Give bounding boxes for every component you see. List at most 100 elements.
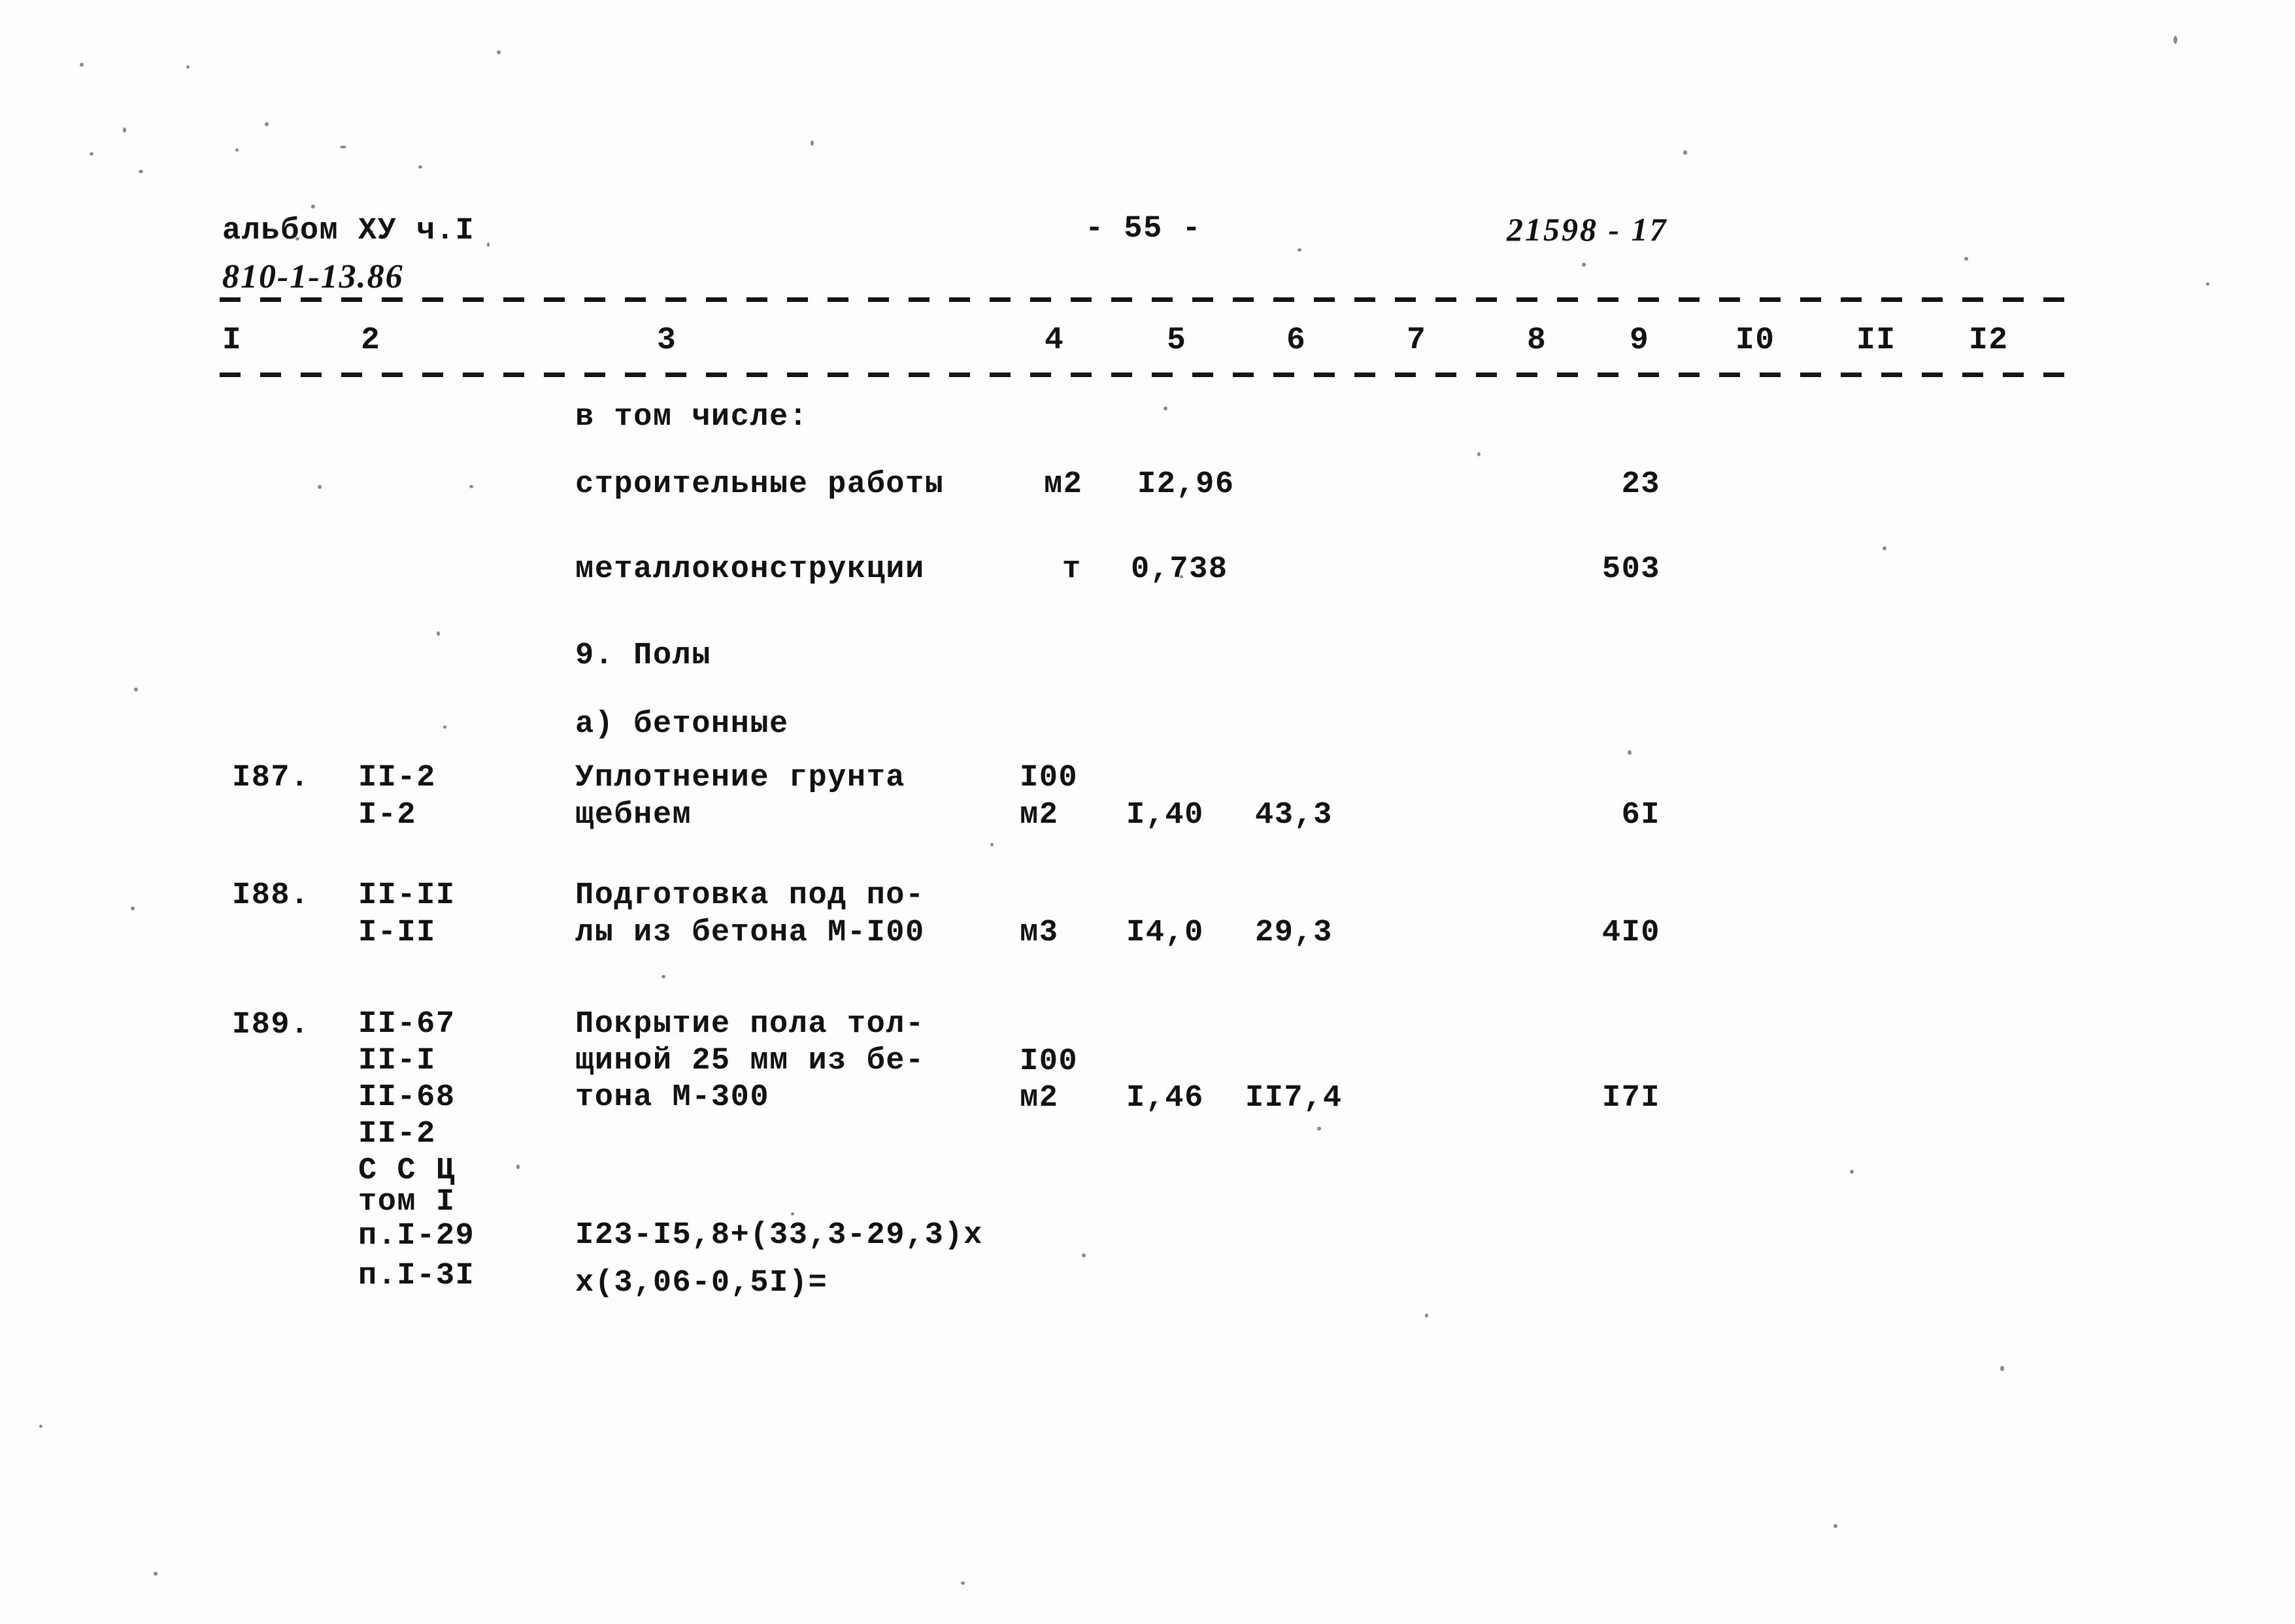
column-header-6: 6 [1286,323,1307,358]
column-header-12: I2 [1969,323,2009,358]
scan-speckle [1834,1524,1837,1528]
scan-speckle [123,127,126,133]
subtotal-row-name-0: строительные работы [575,467,945,502]
scan-speckle [39,1425,42,1428]
scan-speckle [961,1582,965,1585]
row-number-187: I87. [232,761,310,795]
scan-speckle [1683,150,1687,155]
row-total-187: 6I [1621,798,1660,833]
scanned-page: альбом ХУ ч.I 810-1-13.86 - 55 - 21598 -… [0,0,2295,1624]
scan-speckle [154,1572,158,1576]
row-code-189-1: II-I [358,1044,436,1078]
scan-speckle [1164,406,1167,410]
row-code-189-2: II-68 [358,1080,456,1115]
scan-speckle [443,725,446,729]
scan-speckle [516,1165,520,1169]
scan-speckle [1850,1170,1854,1174]
scan-speckle [265,122,269,126]
row-code-187-1: I-2 [358,798,417,833]
column-header-3: 3 [657,323,677,358]
scan-speckle [131,906,135,910]
subtotal-row-unit-1: т [1062,552,1082,587]
column-header-9: 9 [1630,323,1650,358]
row-unit-188: м3 [1020,916,1059,950]
scan-speckle [791,1212,794,1216]
subtotal-row-name-1: металлоконструкции [575,552,925,587]
scan-speckle [186,65,190,69]
row-code-189-6: п.I-29 [358,1219,475,1253]
subtotal-row-total-0: 23 [1621,467,1660,502]
scan-speckle [2173,36,2177,44]
scan-speckle [2000,1366,2004,1371]
project-code: 810-1-13.86 [222,258,404,295]
scan-speckle [497,50,501,54]
row-description-187-0: Уплотнение грунта [575,761,905,795]
scan-speckle [134,688,138,691]
row-unit-top-187: I00 [1020,761,1079,795]
row-rate-188: 29,3 [1255,916,1333,950]
scan-speckle [311,205,315,208]
scan-speckle [139,170,143,173]
scan-speckle [1964,257,1968,261]
scan-speckle [990,843,994,846]
row-unit-top-189: I00 [1020,1044,1079,1079]
row-qty-187: I,40 [1126,798,1204,833]
column-header-8: 8 [1527,323,1547,358]
scan-speckle [811,141,814,146]
subtotal-row-qty-0: I2,96 [1137,467,1235,502]
row-code-189-3: II-2 [358,1117,436,1152]
row-rate-187: 43,3 [1255,798,1333,833]
column-header-11: II [1856,323,1896,358]
scan-speckle [1477,452,1481,456]
section-heading: 9. Полы [575,638,711,673]
scan-speckle [2206,282,2209,286]
row-description-189-0: Покрытие пола тол- [575,1007,925,1042]
row-total-188: 4I0 [1601,916,1660,950]
row-code-189-7: п.I-3I [358,1259,475,1293]
row-code-188-1: I-II [358,916,436,950]
subtotal-label: в том числе: [575,400,809,435]
scan-speckle [1298,248,1301,252]
column-header-7: 7 [1407,323,1427,358]
row-code-188-0: II-II [358,878,456,913]
subtotal-row-total-1: 503 [1601,552,1660,587]
scan-speckle [369,230,373,235]
row-unit-187: м2 [1020,798,1059,833]
scan-speckle [1425,1314,1428,1317]
scan-speckle [80,63,84,67]
scan-speckle [295,237,299,240]
column-header-1: I [222,323,243,358]
row-description-189-1: щиной 25 мм из бе- [575,1044,925,1078]
row-code-187-0: II-2 [358,761,436,795]
row-total-189: I7I [1601,1081,1660,1116]
column-header-5: 5 [1167,323,1187,358]
row-description-187-1: щебнем [575,798,692,833]
column-header-4: 4 [1045,323,1065,358]
scan-speckle [90,152,93,156]
row-description-188-0: Подготовка под по- [575,878,925,913]
row-formula-189-0: I23-I5,8+(33,3-29,3)х [575,1218,983,1253]
scan-speckle [1628,750,1632,755]
row-rate-189: II7,4 [1245,1081,1343,1116]
column-header-2: 2 [361,323,381,358]
scan-speckle [1317,1127,1321,1131]
scan-speckle [340,146,346,148]
table-top-rule [220,297,2069,302]
page-number: - 55 - [1085,212,1202,246]
table-header-rule [220,373,2069,377]
scan-speckle [1082,1253,1086,1257]
scan-speckle [662,975,665,978]
scan-speckle [1582,263,1586,267]
row-description-188-1: лы из бетона М-I00 [575,916,925,950]
scan-speckle [437,631,440,636]
row-qty-188: I4,0 [1126,916,1204,950]
row-code-189-0: II-67 [358,1007,456,1042]
row-description-189-2: тона М-300 [575,1080,770,1115]
scan-speckle [487,242,490,247]
archive-stamp: 21598 - 17 [1507,211,1668,248]
row-code-189-5: том I [358,1185,456,1219]
scan-speckle [235,148,239,152]
scan-speckle [1883,546,1886,550]
scan-speckle [418,165,422,169]
scan-speckle [318,485,322,489]
